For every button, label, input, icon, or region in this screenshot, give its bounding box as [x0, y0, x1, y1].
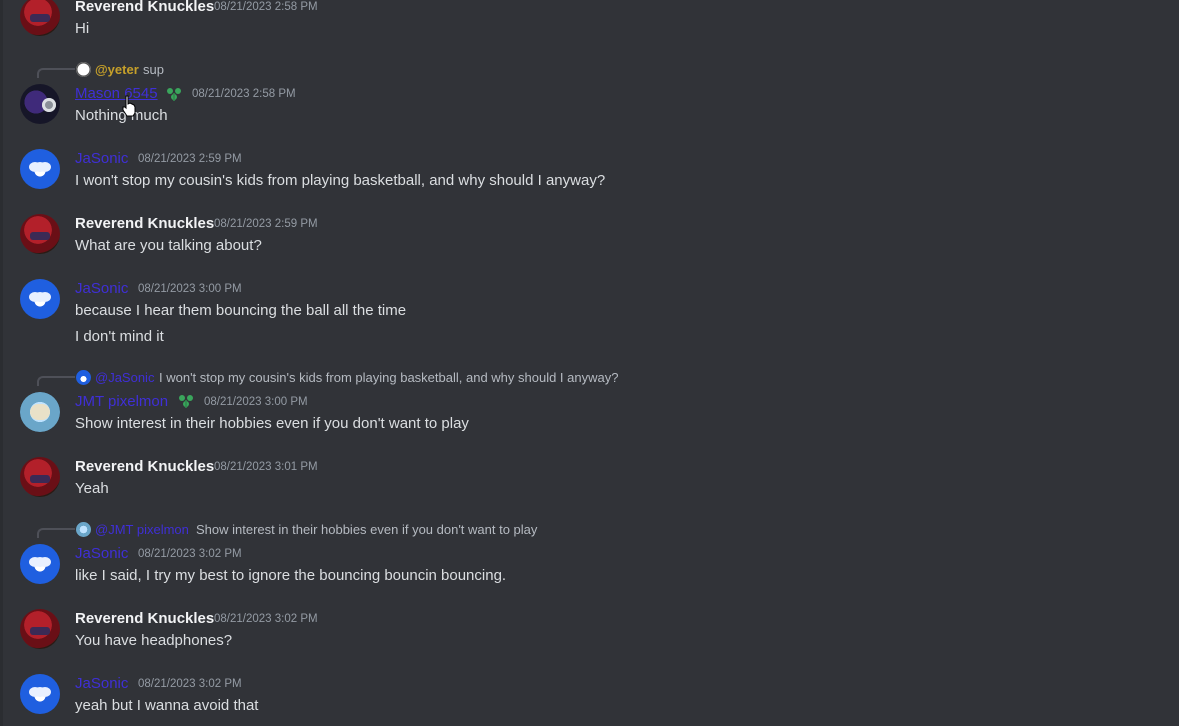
reply-connector: [37, 528, 75, 538]
hand-pointer-icon: [122, 95, 136, 117]
timestamp: 08/21/2023 3:01 PM: [214, 461, 318, 473]
username[interactable]: JaSonic: [75, 150, 128, 167]
reply-connector: [37, 68, 75, 78]
username[interactable]: Reverend Knuckles: [75, 458, 214, 475]
reply-preview-text[interactable]: sup: [143, 62, 164, 77]
timestamp: 08/21/2023 2:59 PM: [138, 153, 242, 165]
timestamp: 08/21/2023 3:02 PM: [138, 548, 242, 560]
avatar[interactable]: [20, 609, 60, 649]
message-text: because I hear them bouncing the ball al…: [75, 302, 407, 319]
message-text: You have headphones?: [75, 632, 233, 649]
avatar[interactable]: [20, 84, 60, 124]
username[interactable]: JaSonic: [75, 280, 128, 297]
message-text: I don't mind it: [75, 328, 164, 345]
reply-avatar: [76, 522, 91, 537]
message-text: Show interest in their hobbies even if y…: [75, 415, 469, 432]
username[interactable]: JMT pixelmon: [75, 393, 168, 410]
timestamp: 08/21/2023 3:02 PM: [214, 613, 318, 625]
timestamp: 08/21/2023 3:00 PM: [204, 396, 308, 408]
avatar[interactable]: [20, 0, 60, 36]
message-text: What are you talking about?: [75, 237, 262, 254]
timestamp: 08/21/2023 3:00 PM: [138, 283, 242, 295]
avatar[interactable]: [20, 214, 60, 254]
avatar[interactable]: [20, 149, 60, 189]
reply-avatar: [76, 370, 91, 385]
username[interactable]: Mason 6545: [75, 85, 158, 102]
reply-avatar: [76, 62, 91, 77]
reply-connector: [37, 376, 75, 386]
reply-username[interactable]: @JaSonic: [95, 370, 154, 385]
avatar[interactable]: [20, 674, 60, 714]
avatar[interactable]: [20, 457, 60, 497]
message-text: I won't stop my cousin's kids from playi…: [75, 172, 606, 189]
avatar[interactable]: [20, 544, 60, 584]
username[interactable]: JaSonic: [75, 545, 128, 562]
reply-preview-text[interactable]: Show interest in their hobbies even if y…: [196, 522, 537, 537]
timestamp: 08/21/2023 3:02 PM: [138, 678, 242, 690]
timestamp: 08/21/2023 2:59 PM: [214, 218, 318, 230]
username[interactable]: JaSonic: [75, 675, 128, 692]
timestamp: 08/21/2023 2:58 PM: [192, 88, 296, 100]
channel-left-border: [0, 0, 3, 726]
reply-username[interactable]: @yeter: [95, 62, 139, 77]
avatar[interactable]: [20, 279, 60, 319]
username[interactable]: Reverend Knuckles: [75, 0, 214, 15]
username[interactable]: Reverend Knuckles: [75, 610, 214, 627]
leaf-badge-icon: [179, 395, 193, 408]
timestamp: 08/21/2023 2:58 PM: [214, 1, 318, 13]
username[interactable]: Reverend Knuckles: [75, 215, 214, 232]
avatar[interactable]: [20, 392, 60, 432]
message-text: yeah but I wanna avoid that: [75, 697, 259, 714]
message-text: Yeah: [75, 480, 109, 497]
reply-preview-text[interactable]: I won't stop my cousin's kids from playi…: [159, 370, 618, 385]
message-text: Hi: [75, 20, 90, 37]
leaf-badge-icon: [167, 88, 181, 101]
reply-username[interactable]: @JMT pixelmon: [95, 522, 189, 537]
message-text: like I said, I try my best to ignore the…: [75, 567, 507, 584]
